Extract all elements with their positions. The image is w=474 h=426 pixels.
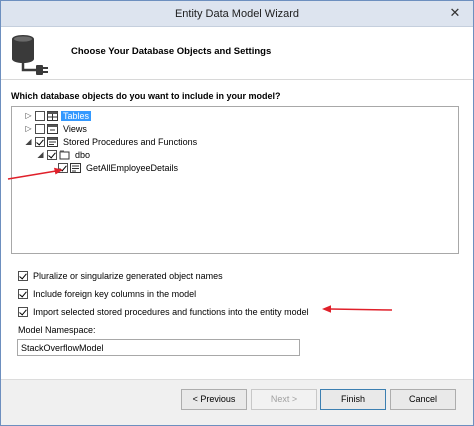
pluralize-checkbox[interactable] bbox=[18, 271, 28, 281]
tree-item-label: Stored Procedures and Functions bbox=[63, 136, 198, 147]
tree-item-label: Tables bbox=[61, 110, 92, 121]
function-icon bbox=[70, 162, 81, 173]
tree-item-label: Views bbox=[63, 123, 87, 134]
table-icon bbox=[47, 110, 58, 121]
namespace-input[interactable] bbox=[17, 339, 300, 356]
annotation-arrow-import bbox=[322, 305, 393, 313]
next-button[interactable]: Next > bbox=[251, 389, 317, 410]
window-title: Entity Data Model Wizard bbox=[174, 8, 300, 20]
header-heading: Choose Your Database Objects and Setting… bbox=[71, 46, 272, 57]
title-bar[interactable]: Entity Data Model Wizard ✕ bbox=[1, 1, 473, 27]
import-procedures-checkbox[interactable] bbox=[18, 307, 28, 317]
expand-icon[interactable]: ▷ bbox=[24, 111, 33, 120]
tree-item-stored-procedures[interactable]: ◢ Stored Procedures and Functions bbox=[24, 135, 199, 148]
finish-button[interactable]: Finish bbox=[320, 389, 386, 410]
wizard-body: Which database objects do you want to in… bbox=[1, 81, 473, 379]
schema-icon bbox=[59, 150, 70, 159]
objects-question: Which database objects do you want to in… bbox=[11, 91, 281, 101]
database-plug-icon bbox=[12, 35, 48, 75]
collapse-icon[interactable]: ◢ bbox=[36, 150, 45, 159]
pluralize-option[interactable]: Pluralize or singularize generated objec… bbox=[18, 270, 223, 282]
collapse-icon[interactable]: ◢ bbox=[24, 137, 33, 146]
namespace-label: Model Namespace: bbox=[18, 325, 96, 335]
view-icon bbox=[47, 123, 58, 134]
import-procedures-option[interactable]: Import selected stored procedures and fu… bbox=[18, 306, 309, 318]
annotation-arrow-tree bbox=[7, 167, 63, 180]
foreign-keys-checkbox[interactable] bbox=[18, 289, 28, 299]
database-objects-tree[interactable]: ▷ Tables ▷ Views ◢ Stored Procedures and… bbox=[11, 106, 459, 254]
tree-item-dbo[interactable]: ◢ dbo bbox=[36, 148, 92, 161]
stored-procedures-checkbox[interactable] bbox=[35, 136, 45, 147]
wizard-header: Choose Your Database Objects and Setting… bbox=[1, 28, 473, 80]
wizard-footer: < Previous Next > Finish Cancel bbox=[1, 379, 473, 425]
tree-item-tables[interactable]: ▷ Tables bbox=[24, 109, 92, 122]
tree-item-getallemployeedetails[interactable]: GetAllEmployeeDetails bbox=[58, 161, 180, 174]
dbo-checkbox[interactable] bbox=[47, 149, 57, 160]
wizard-window: Entity Data Model Wizard ✕ Choose Your D… bbox=[0, 0, 474, 426]
stored-procedure-icon bbox=[47, 136, 58, 147]
close-icon[interactable]: ✕ bbox=[445, 4, 465, 22]
tree-item-label: GetAllEmployeeDetails bbox=[86, 162, 179, 173]
tree-item-views[interactable]: ▷ Views bbox=[24, 122, 89, 135]
foreign-keys-label: Include foreign key columns in the model bbox=[33, 289, 197, 299]
views-checkbox[interactable] bbox=[35, 123, 45, 134]
import-procedures-label: Import selected stored procedures and fu… bbox=[33, 307, 309, 317]
tables-checkbox[interactable] bbox=[35, 110, 45, 121]
cancel-button[interactable]: Cancel bbox=[390, 389, 456, 410]
foreign-keys-option[interactable]: Include foreign key columns in the model bbox=[18, 288, 196, 300]
expand-icon[interactable]: ▷ bbox=[24, 124, 33, 133]
pluralize-label: Pluralize or singularize generated objec… bbox=[33, 271, 223, 281]
tree-item-label: dbo bbox=[75, 149, 91, 160]
previous-button[interactable]: < Previous bbox=[181, 389, 247, 410]
